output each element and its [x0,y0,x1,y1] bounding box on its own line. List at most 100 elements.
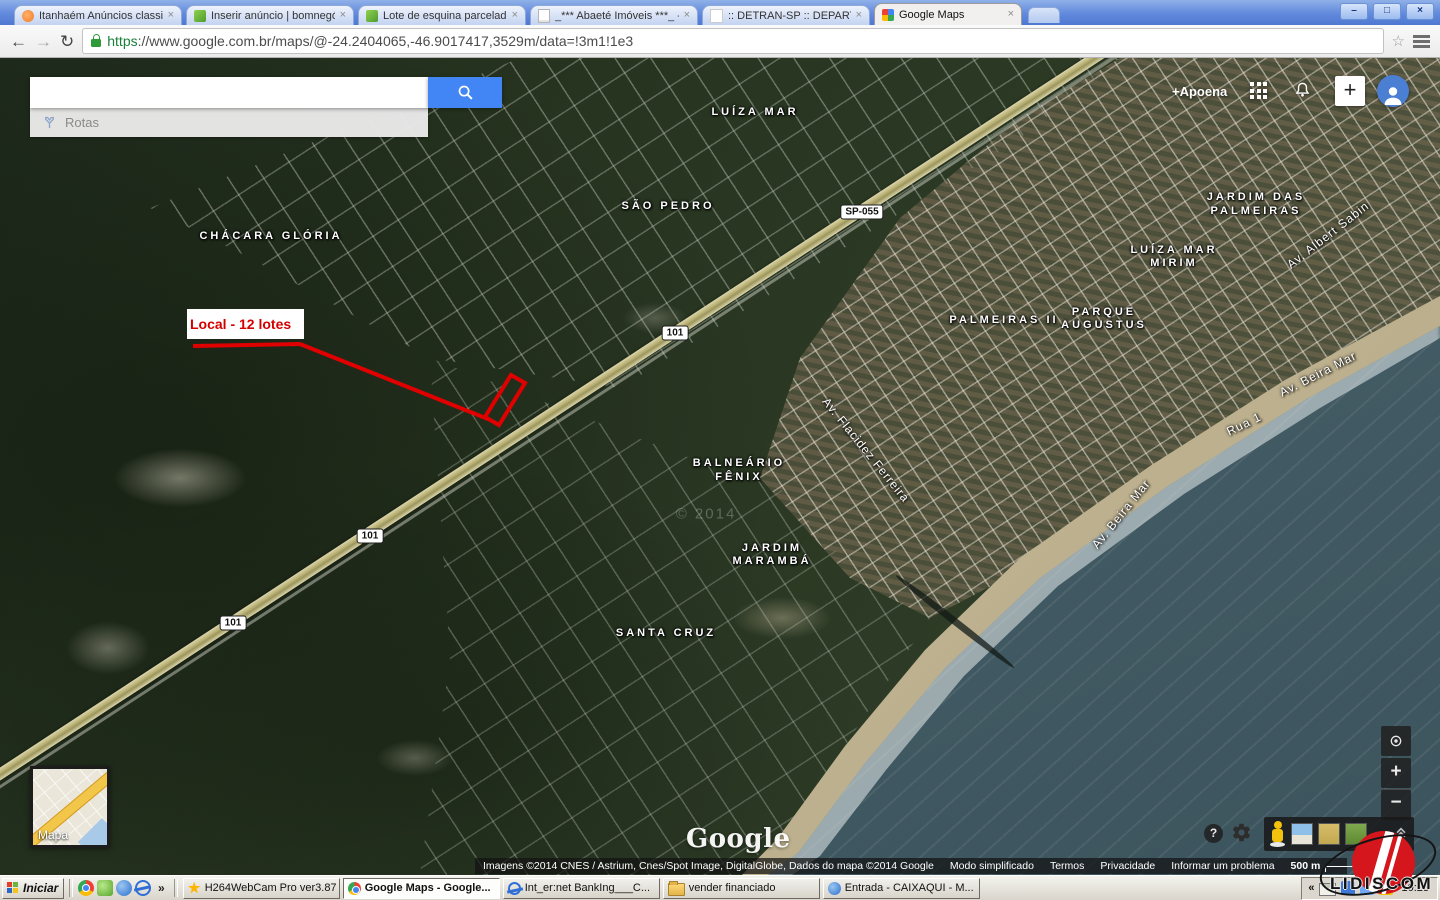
taskbar-clock: 10:23 [1401,882,1429,894]
tab-google-maps[interactable]: Google Maps × [874,3,1022,25]
map-place-label: BALNEÁRIO [693,457,785,469]
task-title: Int_er:net BankIng___C... [525,882,650,894]
attribution-bar: Imagens ©2014 CNES / Astrium, Cnes/Spot … [475,858,1347,874]
new-tab-button[interactable] [1028,7,1060,23]
tab-detran-sp[interactable]: :: DETRAN-SP :: DEPARTAME × [702,5,870,25]
imagery-watermark: © 2014 [676,506,737,523]
task-internet-banking[interactable]: Int_er:net BankIng___C... [503,878,660,899]
windows-flag-icon [7,882,19,894]
tray-icon-yellow[interactable] [1379,881,1393,895]
zoom-in-button[interactable]: + [1381,758,1411,788]
close-button[interactable]: × [1406,3,1434,20]
taskbar-divider [69,879,73,897]
share-post-button[interactable]: + [1335,76,1365,106]
routes-button[interactable]: Rotas [30,108,428,137]
map-place-label: SANTA CRUZ [616,627,716,639]
map-place-label: LUÍZA MAR [1130,244,1217,256]
tab-close-icon[interactable]: × [340,10,346,21]
tab-close-icon[interactable]: × [856,10,862,21]
task-caixaqui[interactable]: Entrada - CAIXAQUI - M... [823,878,980,899]
tab-inserir-anuncio[interactable]: Inserir anúncio | bomnegócio × [186,5,354,25]
window-controls: – □ × [1340,3,1434,20]
profile-name[interactable]: +Apoena [1172,84,1227,99]
map-place-label: MIRIM [1150,257,1197,269]
maps-icon [882,9,894,21]
route-shield: 101 [662,326,689,341]
globe-icon[interactable] [116,880,132,896]
map-canvas[interactable]: Local - 12 lotes LUÍZA MAR SÃO PEDRO CHÁ… [0,58,1440,875]
restore-button[interactable]: □ [1373,3,1401,20]
link-termos[interactable]: Termos [1050,860,1084,872]
tray-icon-blue[interactable] [1341,881,1355,895]
tab-lote-esquina[interactable]: Lote de esquina parcelado - × [358,5,526,25]
browser-toolbar: ← → ↻ https ://www.google.com.br/maps/@-… [0,25,1440,58]
notifications-bell-icon[interactable] [1293,81,1312,105]
route-shield: SP-055 [840,205,883,220]
imagery-thumb-earth[interactable] [1291,823,1313,845]
map-place-label: CHÁCARA GLÓRIA [199,230,342,242]
app-icon-green[interactable] [97,880,113,896]
apps-grid-icon[interactable] [1250,82,1268,100]
link-informar-problema[interactable]: Informar um problema [1171,860,1274,872]
ie-icon[interactable] [135,880,151,896]
tab-close-icon[interactable]: × [684,10,690,21]
bomnegocio-icon [366,10,378,22]
map-place-label: JARDIM [742,542,802,554]
tab-close-icon[interactable]: × [1008,9,1014,20]
link-privacidade[interactable]: Privacidade [1100,860,1155,872]
bookmark-star-icon[interactable]: ☆ [1392,32,1405,50]
bomnegocio-icon [194,10,206,22]
search-input[interactable] [30,77,428,108]
help-button[interactable]: ? [1204,824,1223,843]
avatar[interactable] [1377,75,1409,107]
zoom-out-button[interactable]: − [1381,789,1411,820]
pegman-icon[interactable] [1269,821,1286,847]
mail-tray-icon[interactable] [1319,883,1336,896]
task-vender-financiado[interactable]: vender financiado [663,878,820,899]
task-title: H264WebCam Pro ver3.87 [205,882,337,894]
menu-icon[interactable] [1413,35,1430,38]
routes-label: Rotas [65,115,99,130]
imagery-thumb-terrain[interactable] [1318,823,1340,845]
task-h264webcam[interactable]: H264WebCam Pro ver3.87 [183,878,340,899]
folder-icon [668,883,685,896]
search-button[interactable] [428,77,502,108]
settings-gear-icon[interactable] [1231,822,1252,843]
taskbar: Iniciar » H264WebCam Pro ver3.87 Google … [0,875,1440,900]
forward-button[interactable]: → [35,33,52,50]
tab-abaete-imoveis[interactable]: _*** Abaeté Imóveis ***_ - × [530,5,698,25]
tray-icon-blue2[interactable] [1360,881,1374,895]
tab-close-icon[interactable]: × [168,10,174,21]
tab-title: :: DETRAN-SP :: DEPARTAME [728,10,851,22]
tab-itanhaem[interactable]: Itanhaém Anúncios classifica × [14,5,182,25]
scale-control: 500 m [1291,860,1380,872]
map-place-label: PARQUE [1072,306,1136,318]
my-location-button[interactable] [1381,726,1411,756]
back-button[interactable]: ← [10,33,27,50]
google-logo: Google [686,824,791,854]
map-road-label: Av. Flacidez Ferreira [819,395,912,505]
map-place-label: SÃO PEDRO [621,200,714,212]
minimize-button[interactable]: – [1340,3,1368,20]
taskbar-divider [174,879,178,897]
address-bar[interactable]: https ://www.google.com.br/maps/@-24.240… [82,28,1383,54]
start-label: Iniciar [23,881,58,895]
task-google-maps[interactable]: Google Maps - Google... [343,878,500,899]
tab-title: Lote de esquina parcelado - [383,10,507,22]
link-modo-simplificado[interactable]: Modo simplificado [950,860,1034,872]
reload-button[interactable]: ↻ [60,33,74,50]
map-place-label: AUGUSTUS [1061,319,1147,331]
tab-close-icon[interactable]: × [512,10,518,21]
imagery-thumb-photos[interactable] [1345,823,1367,845]
expand-chevrons-icon[interactable] [1393,824,1409,845]
chrome-icon[interactable] [78,880,94,896]
start-button[interactable]: Iniciar [2,878,64,899]
map-place-label: PALMEIRAS [1211,205,1302,217]
tab-title: Google Maps [899,9,1003,21]
page-icon [710,9,723,23]
tray-chevron[interactable]: « [1308,882,1314,894]
ie-icon [508,882,521,895]
minimap-toggle[interactable]: Mapa [30,766,110,848]
quicklaunch-overflow-chevron[interactable]: » [154,881,169,895]
imagery-attribution: Imagens ©2014 CNES / Astrium, Cnes/Spot … [483,860,934,872]
